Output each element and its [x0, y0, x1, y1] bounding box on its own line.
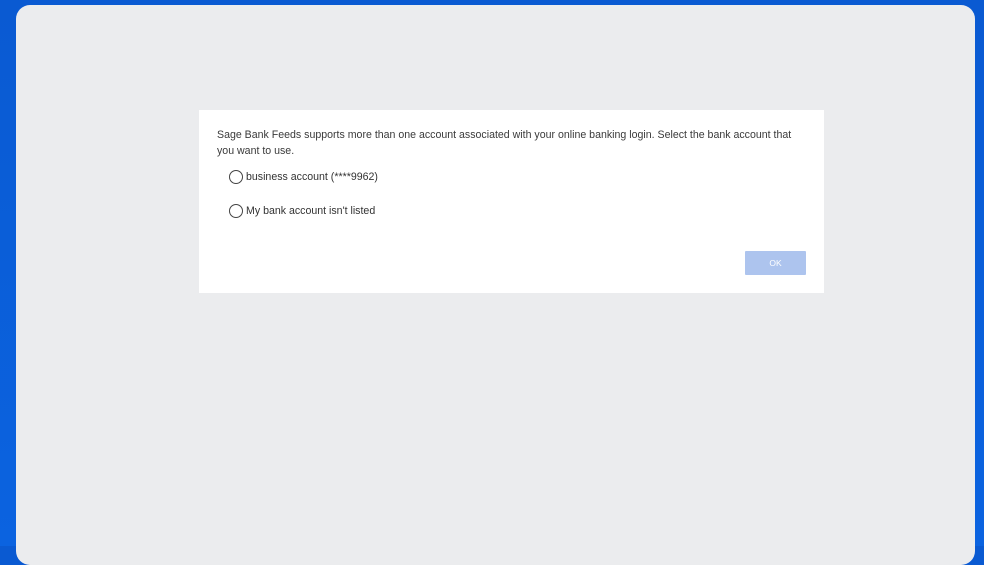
account-options: business account (****9962) My bank acco…	[217, 168, 806, 220]
app-frame: Sage Bank Feeds supports more than one a…	[16, 5, 975, 565]
dialog-message: Sage Bank Feeds supports more than one a…	[217, 129, 792, 157]
radio-business-account[interactable]	[229, 170, 243, 184]
option-business-account[interactable]: business account (****9962)	[229, 168, 806, 186]
ok-button[interactable]: OK	[745, 251, 806, 275]
radio-account-not-listed[interactable]	[229, 204, 243, 218]
option-label-business-account: business account (****9962)	[246, 171, 378, 183]
option-account-not-listed[interactable]: My bank account isn't listed	[229, 202, 806, 220]
option-label-account-not-listed: My bank account isn't listed	[246, 205, 376, 217]
bank-account-select-dialog: Sage Bank Feeds supports more than one a…	[199, 110, 824, 293]
